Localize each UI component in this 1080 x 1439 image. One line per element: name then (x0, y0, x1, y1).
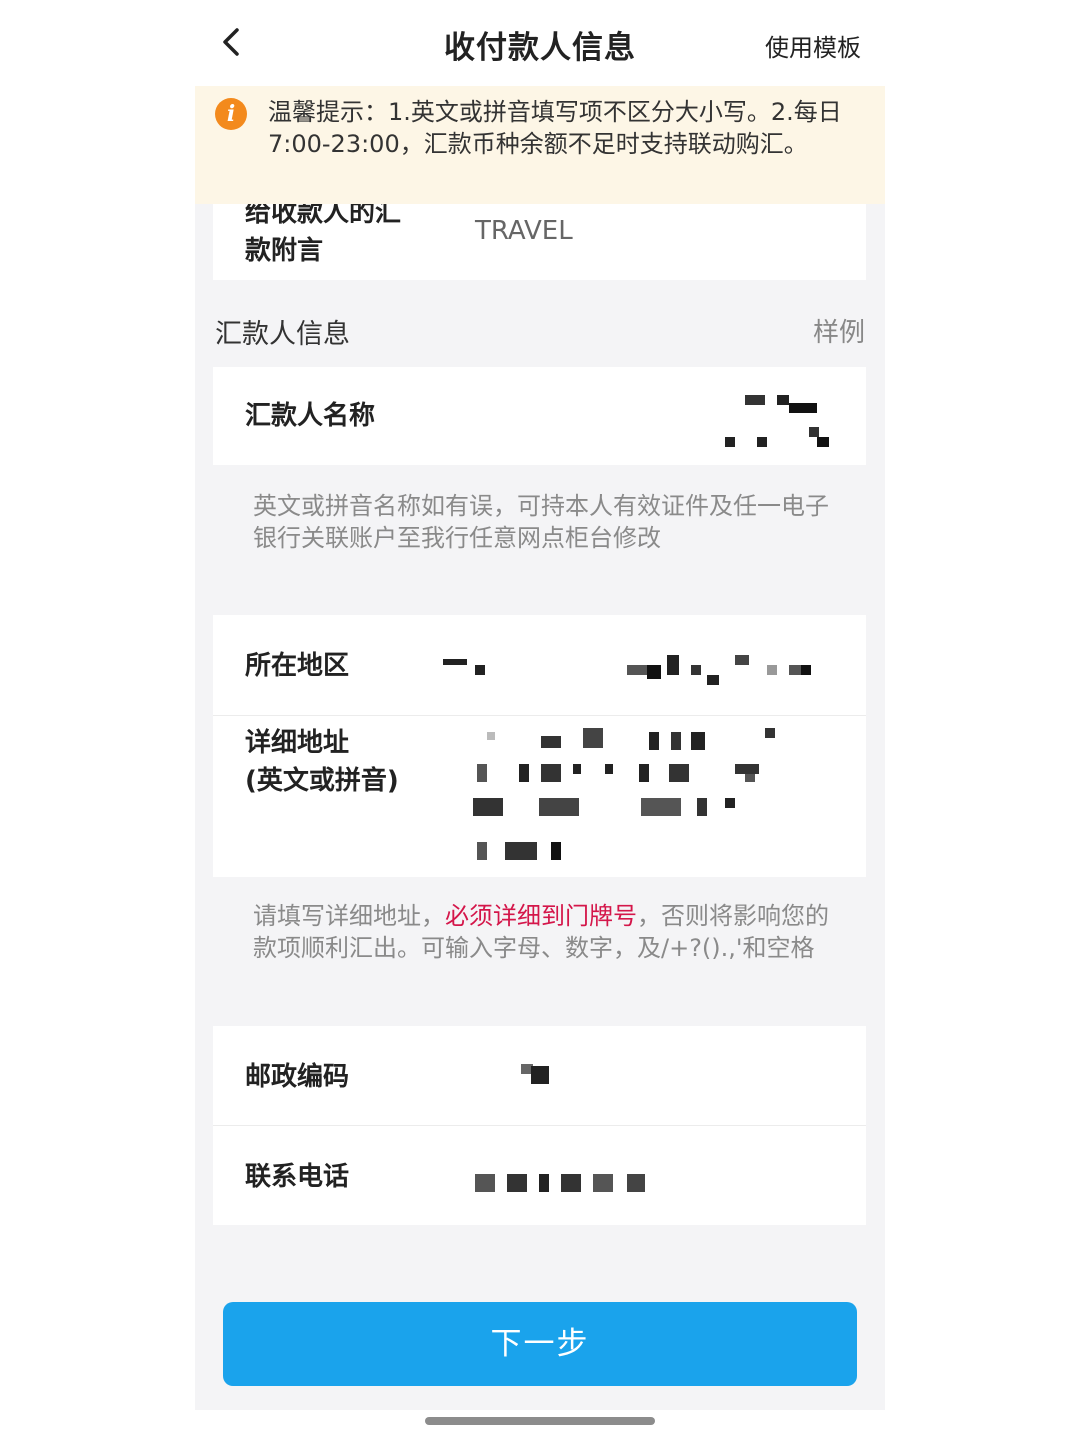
remark-label: 给收款人的汇 款附言 (245, 194, 401, 270)
home-indicator[interactable] (425, 1417, 655, 1425)
postcode-row[interactable]: 邮政编码 (213, 1026, 866, 1125)
chevron-left-icon (223, 28, 239, 56)
nav-bar: 收付款人信息 使用模板 (195, 0, 885, 86)
remitter-section-title: 汇款人信息 (215, 319, 350, 350)
remitter-name-value[interactable] (713, 387, 853, 457)
remark-label-line2: 款附言 (245, 236, 324, 266)
region-label: 所在地区 (245, 651, 350, 681)
address-card: 所在地区 详细地址 (英文或拼音) (213, 615, 866, 877)
postcode-value[interactable] (517, 1062, 557, 1086)
address-label: 详细地址 (英文或拼音) (245, 724, 399, 800)
notice-banner: i 温馨提示：1.英文或拼音填写项不区分大小写。2.每日7:00-23:00，汇… (195, 86, 885, 204)
address-hint: 请填写详细地址，必须详细到门牌号，否则将影响您的款项顺利汇出。可输入字母、数字，… (253, 900, 833, 964)
remitter-name-card: 汇款人名称 (213, 367, 866, 465)
postcode-label: 邮政编码 (245, 1062, 350, 1092)
phone-label: 联系电话 (245, 1162, 350, 1192)
notice-text: 温馨提示：1.英文或拼音填写项不区分大小写。2.每日7:00-23:00，汇款币… (268, 98, 842, 158)
info-icon: i (215, 98, 247, 130)
address-hint-highlight: 必须详细到门牌号 (445, 902, 637, 930)
address-value[interactable] (473, 728, 793, 868)
region-row[interactable]: 所在地区 (213, 615, 866, 715)
address-row[interactable]: 详细地址 (英文或拼音) (213, 716, 866, 877)
next-button[interactable]: 下一步 (223, 1302, 857, 1386)
phone-value[interactable] (475, 1170, 655, 1194)
example-link[interactable]: 样例 (813, 312, 865, 349)
contact-card: 邮政编码 联系电话 (213, 1026, 866, 1225)
address-hint-prefix: 请填写详细地址， (253, 902, 445, 930)
use-template-button[interactable]: 使用模板 (765, 28, 861, 63)
phone-row[interactable]: 联系电话 (213, 1126, 866, 1225)
remark-input[interactable]: TRAVEL (475, 216, 573, 246)
app-screen: 收付款人信息 使用模板 给收款人的汇 款附言 TRAVEL i 温馨提示：1.英… (195, 0, 885, 1410)
region-value[interactable] (443, 653, 823, 689)
address-label-line2: (英文或拼音) (245, 766, 399, 796)
remitter-name-label: 汇款人名称 (245, 401, 376, 431)
name-hint: 英文或拼音名称如有误，可持本人有效证件及任一电子银行关联账户至我行任意网点柜台修… (253, 492, 829, 552)
address-label-line1: 详细地址 (245, 728, 350, 758)
back-button[interactable] (213, 22, 253, 62)
